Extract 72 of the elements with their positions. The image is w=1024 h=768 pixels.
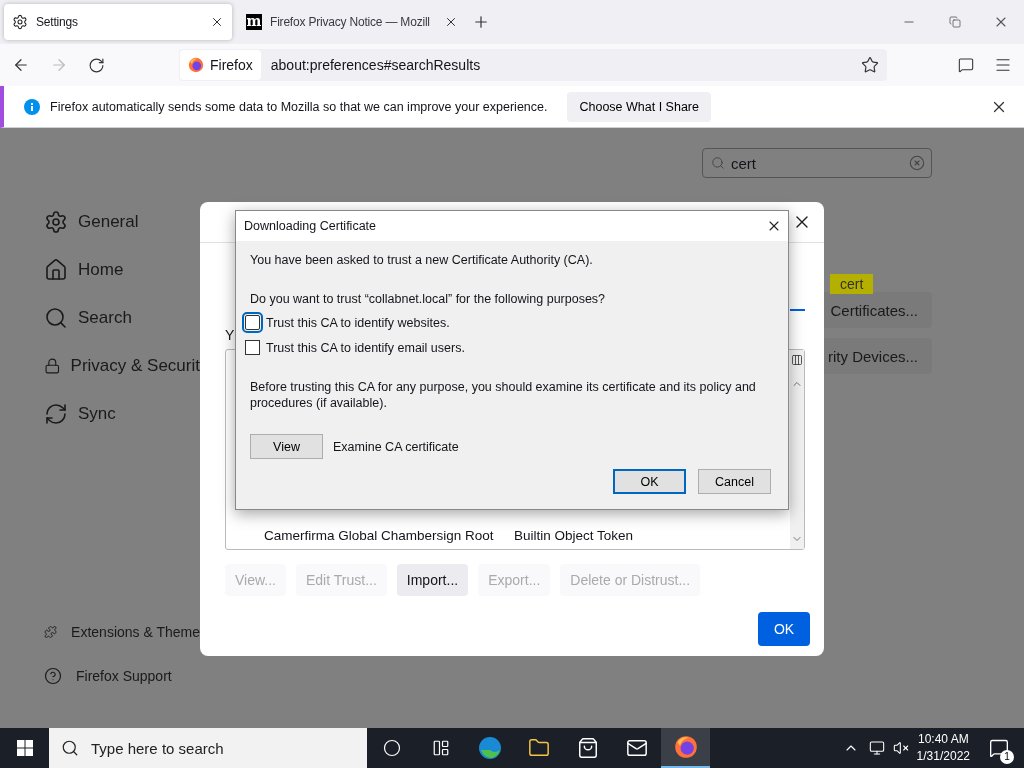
choose-button[interactable]: Choose What I Share	[567, 91, 711, 122]
firefox-logo-icon	[188, 57, 204, 73]
gear-icon	[12, 14, 28, 30]
store-icon[interactable]	[576, 737, 599, 759]
close-icon[interactable]	[444, 15, 458, 29]
star-icon[interactable]	[861, 56, 879, 74]
dialog-button[interactable]: Cancel	[698, 469, 771, 494]
dialog-title: Downloading Certificate	[244, 219, 376, 233]
folder-icon[interactable]	[527, 737, 550, 759]
sidebar-label: General	[78, 212, 139, 232]
sidebar-label: Firefox Support	[76, 668, 172, 684]
search-icon	[711, 156, 725, 170]
table-cell-text: Builtin Object Token	[514, 528, 635, 544]
sync-icon	[44, 402, 68, 426]
sidebar-label: Search	[78, 308, 132, 328]
address-bar[interactable]: Firefox about:preferences#searchResults	[179, 49, 887, 81]
puzzle-icon	[44, 623, 58, 641]
sidebar-item[interactable]: Firefox Support	[44, 664, 200, 688]
sidebar-item[interactable]: General	[44, 208, 200, 236]
back-icon[interactable]	[12, 56, 30, 74]
sidebar-item[interactable]: Home	[44, 256, 200, 284]
ok-button[interactable]: OK	[758, 612, 810, 646]
gear-icon	[44, 210, 68, 234]
reload-icon[interactable]	[88, 56, 105, 74]
sidebar-label: Extensions & Theme	[71, 624, 200, 640]
new-tab-icon[interactable]	[472, 13, 490, 31]
mail-icon[interactable]	[625, 737, 648, 759]
search-icon	[44, 306, 68, 330]
windows-logo-icon[interactable]	[16, 740, 33, 756]
clock[interactable]: 10:40 AM 1/31/2022	[916, 731, 970, 765]
help-icon	[44, 667, 62, 685]
dialog-button[interactable]: OK	[613, 469, 686, 494]
search-field[interactable]: cert	[702, 148, 932, 178]
cortana-icon[interactable]	[382, 739, 401, 757]
site-logo-icon: m	[246, 14, 262, 30]
edge-logo-icon[interactable]	[477, 736, 502, 760]
task-view-icon[interactable]	[431, 739, 450, 757]
certificate-action-button[interactable]: Import...	[396, 564, 469, 597]
browser-tab[interactable]: Settings	[4, 4, 232, 40]
trust-checkbox[interactable]: Trust this CA to identify websites.	[245, 315, 773, 330]
search-icon	[61, 739, 79, 757]
view-button[interactable]: View	[250, 434, 323, 459]
sidebar-item[interactable]: Sync	[44, 400, 200, 428]
close-icon[interactable]	[210, 15, 224, 29]
notification-count: 1	[1000, 750, 1014, 764]
identity-label[interactable]: Firefox	[180, 50, 261, 80]
info-icon	[24, 98, 40, 115]
sidebar-label: Home	[78, 260, 124, 280]
sidebar-item[interactable]: Privacy & Securit	[44, 352, 200, 380]
description-text: Y	[225, 326, 236, 343]
dialog-text: Before trusting this CA for any purpose, you should examine its certificate and its policy and procedures (if available).	[250, 379, 757, 411]
restore-icon[interactable]	[949, 16, 961, 28]
sidebar-item[interactable]: Search	[44, 304, 200, 332]
trust-checkbox[interactable]: Trust this CA to identify email users.	[245, 340, 773, 355]
search-highlight-tooltip: cert	[830, 274, 874, 294]
network-icon[interactable]	[868, 740, 885, 756]
clear-icon[interactable]	[909, 155, 925, 171]
notification-message: Firefox automatically sends some data to Mozilla so that we can improve your experience.	[50, 99, 548, 114]
table-cell-text: Camerfirma Global Chambersign Root	[264, 528, 495, 544]
taskbar-search-field[interactable]: Type here to search	[49, 728, 367, 768]
column-picker-icon[interactable]	[791, 353, 803, 366]
browser-tab[interactable]: m Firefox Privacy Notice — Mozill	[238, 4, 466, 40]
sidebar-item[interactable]: Extensions & Theme	[44, 620, 200, 644]
dialog-text: You have been asked to trust a new Certificate Authority (CA).	[250, 252, 594, 268]
dialog-text: Do you want to trust “collabnet.local” for the following purposes?	[250, 291, 607, 307]
menu-icon[interactable]	[994, 56, 1012, 74]
view-caption: Examine CA certificate	[333, 439, 459, 454]
sidebar-label: Privacy & Securit	[70, 356, 200, 376]
sidebar-label: Sync	[78, 404, 116, 424]
firefox-logo-icon[interactable]	[673, 735, 698, 759]
volume-muted-icon[interactable]	[892, 740, 909, 756]
home-icon	[44, 258, 68, 282]
